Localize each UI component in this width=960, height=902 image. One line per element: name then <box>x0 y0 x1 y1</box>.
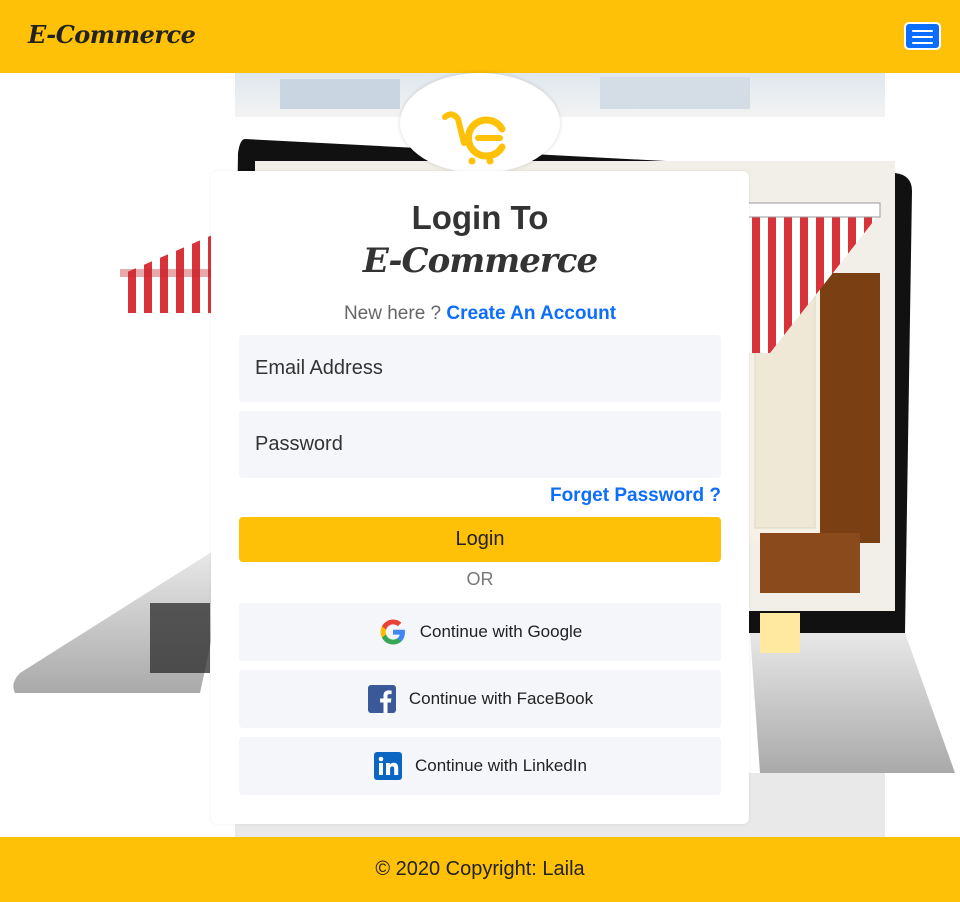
login-button[interactable]: Login <box>239 517 721 562</box>
login-title: Login To <box>411 199 549 236</box>
google-login-label: Continue with Google <box>419 622 583 641</box>
google-login-button[interactable]: Continue with Google <box>239 603 721 661</box>
linkedin-login-label: Continue with LinkedIn <box>414 756 587 775</box>
linkedin-icon <box>373 752 402 780</box>
footer: © 2020 Copyright: Laila <box>0 837 960 902</box>
facebook-login-button[interactable]: Continue with FaceBook <box>239 670 721 728</box>
google-icon <box>380 619 405 645</box>
footer-copyright: © 2020 Copyright: Laila <box>375 858 585 880</box>
signup-prompt: New here ? Create An Account <box>211 303 749 325</box>
forget-password-link[interactable]: Forget Password ? <box>550 485 721 507</box>
create-account-link[interactable]: Create An Account <box>446 303 616 324</box>
linkedin-login-button[interactable]: Continue with LinkedIn <box>239 737 721 795</box>
password-field[interactable]: Password <box>239 411 721 478</box>
facebook-login-label: Continue with FaceBook <box>408 689 594 708</box>
new-here-text: New here ? <box>343 303 442 324</box>
hamburger-menu-icon[interactable] <box>904 22 941 50</box>
cart-logo-icon <box>442 111 506 165</box>
email-field[interactable]: Email Address <box>239 335 721 402</box>
login-brand: E-Commerce <box>362 241 598 281</box>
facebook-icon <box>367 685 396 713</box>
top-navbar: E-Commerce <box>0 0 960 73</box>
login-card: Login To E-Commerce New here ? Create An… <box>211 171 749 824</box>
or-divider: OR <box>466 569 494 589</box>
cart-logo-badge <box>400 73 560 173</box>
brand-logo-text[interactable]: E-Commerce <box>28 20 196 49</box>
